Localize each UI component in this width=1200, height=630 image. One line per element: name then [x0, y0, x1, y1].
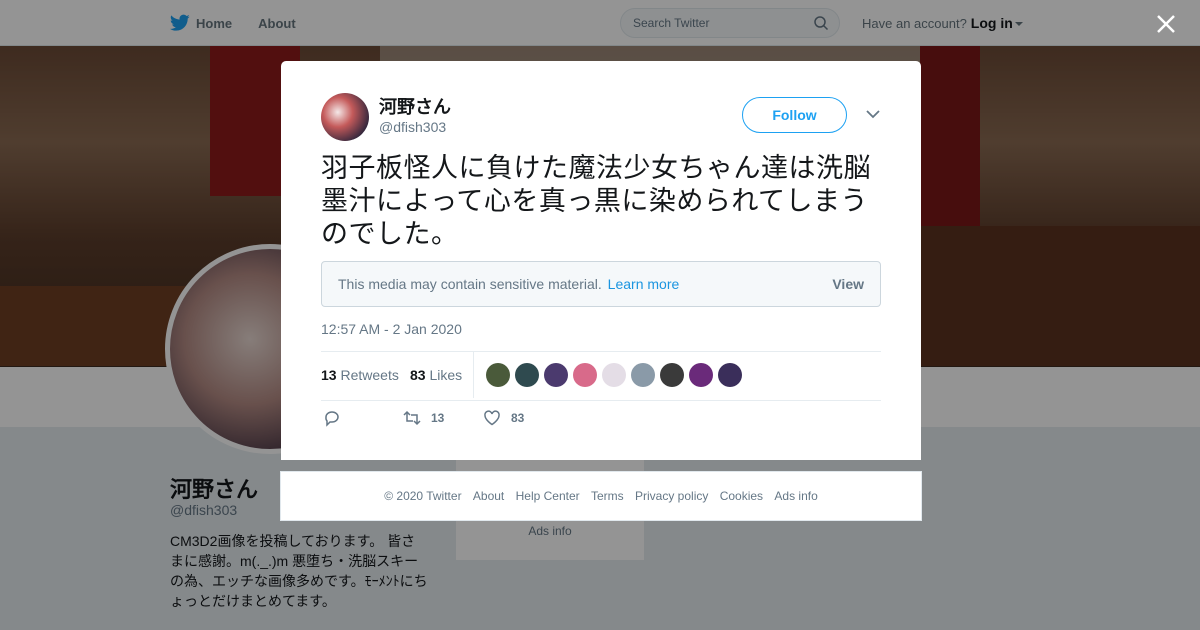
author-handle[interactable]: @dfish303	[379, 119, 446, 135]
like-action-count: 83	[511, 411, 525, 425]
retweets-label: Retweets	[340, 367, 399, 383]
heart-icon	[484, 410, 500, 426]
liker-avatar[interactable]	[718, 363, 742, 387]
sensitive-media-notice: This media may contain sensitive materia…	[321, 261, 881, 307]
tweet-modal: 河野さん @dfish303 Follow 羽子板怪人に負けた魔法少女ちゃん達は…	[281, 61, 921, 460]
liker-avatar[interactable]	[515, 363, 539, 387]
reply-icon	[325, 411, 339, 427]
retweets-count: 13	[321, 367, 337, 383]
retweet-button[interactable]: 13	[403, 409, 444, 427]
author-name[interactable]: 河野さん	[379, 93, 451, 119]
liker-avatar[interactable]	[573, 363, 597, 387]
tweet-timestamp[interactable]: 12:57 AM - 2 Jan 2020	[321, 321, 462, 337]
view-media-button[interactable]: View	[832, 262, 864, 306]
author-avatar[interactable]	[321, 93, 369, 141]
footer-link-about[interactable]: About	[473, 489, 504, 503]
footer-link-ads-info[interactable]: Ads info	[774, 489, 817, 503]
tweet-text: 羽子板怪人に負けた魔法少女ちゃん達は洗脳墨汁によって心を真っ黒に染められてしまう…	[321, 153, 871, 249]
liker-avatar[interactable]	[602, 363, 626, 387]
footer-copyright: © 2020 Twitter	[384, 489, 462, 503]
footer-link-help-center[interactable]: Help Center	[516, 489, 580, 503]
sensitive-notice-text: This media may contain sensitive materia…	[338, 276, 602, 292]
retweet-icon	[403, 410, 421, 426]
close-icon[interactable]	[1156, 14, 1176, 34]
like-button[interactable]: 83	[483, 409, 524, 427]
footer-link-cookies[interactable]: Cookies	[720, 489, 763, 503]
retweets-stat[interactable]: 13 Retweets	[321, 352, 399, 398]
liker-avatar[interactable]	[486, 363, 510, 387]
liker-avatar[interactable]	[660, 363, 684, 387]
likers-avatars	[486, 363, 747, 387]
likes-stat[interactable]: 83 Likes	[410, 352, 462, 398]
liker-avatar[interactable]	[689, 363, 713, 387]
footer-link-terms[interactable]: Terms	[591, 489, 624, 503]
tweet-stats: 13 Retweets 83 Likes	[321, 351, 881, 401]
reply-button[interactable]	[323, 409, 351, 427]
footer-link-privacy[interactable]: Privacy policy	[635, 489, 708, 503]
footer: © 2020 Twitter About Help Center Terms P…	[280, 471, 922, 521]
retweet-action-count: 13	[431, 411, 445, 425]
tweet-actions: 13 83	[321, 409, 881, 433]
liker-avatar[interactable]	[544, 363, 568, 387]
learn-more-link[interactable]: Learn more	[608, 276, 680, 292]
follow-button[interactable]: Follow	[742, 97, 847, 133]
stats-divider	[473, 352, 474, 398]
likes-label: Likes	[429, 367, 463, 383]
chevron-down-icon[interactable]	[866, 109, 880, 119]
liker-avatar[interactable]	[631, 363, 655, 387]
likes-count: 83	[410, 367, 426, 383]
